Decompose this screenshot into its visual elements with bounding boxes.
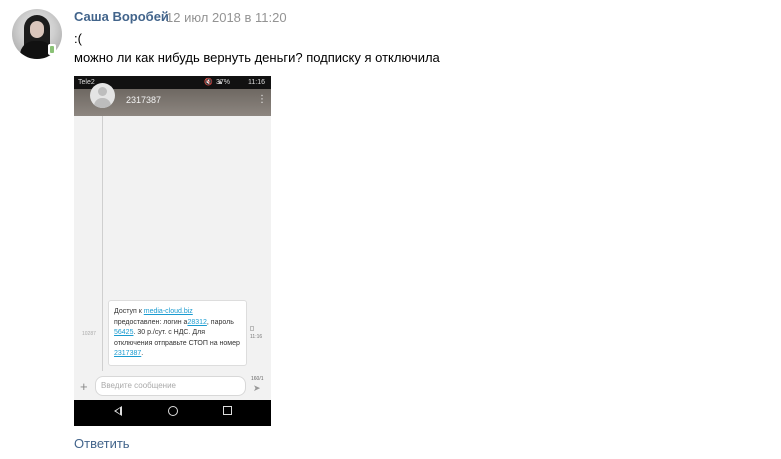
mobile-online-icon: [48, 44, 56, 55]
sms-text: , пароль: [206, 318, 234, 326]
thread-divider: [102, 116, 103, 371]
sms-status-icon: [250, 326, 254, 331]
sms-message: Доступ к media-cloud.biz предоставлен: л…: [108, 300, 247, 366]
attached-photo[interactable]: Tele2 🔇 ▲ 37% 11:16 2317387 ⋮ Доступ к m…: [74, 76, 271, 426]
contact-avatar-icon: [90, 83, 115, 108]
phone-time: 11:16: [248, 79, 265, 86]
battery-label: 37%: [216, 79, 231, 86]
post-text-line-1: :(: [74, 31, 82, 46]
nav-recent-icon: [223, 406, 232, 415]
sms-link-site: media-cloud.biz: [143, 308, 193, 315]
char-counter: 160/1: [251, 376, 264, 382]
nav-home-icon: [168, 406, 178, 416]
nav-back-icon: [114, 406, 122, 416]
sms-time: 11:16: [250, 334, 263, 340]
sms-link-password: 56425: [114, 329, 134, 336]
sms-text: . 30 р./сут. с НДС. Для отключения отпра…: [114, 329, 240, 347]
contact-number: 2317387: [126, 95, 162, 105]
attach-plus-icon: +: [80, 379, 88, 394]
sms-meta-left: 10287: [82, 331, 96, 337]
sms-text: Доступ к: [114, 308, 144, 315]
avatar-face: [30, 21, 44, 38]
sms-link-number: 2317387: [114, 350, 142, 357]
more-menu-icon: ⋮: [257, 94, 267, 105]
sms-input-placeholder: Введите сообщение: [95, 376, 246, 396]
sms-text: .: [141, 350, 144, 357]
android-nav-bar: [74, 400, 271, 426]
send-icon: ➤: [253, 383, 261, 393]
reply-link[interactable]: Ответить: [74, 436, 130, 451]
sms-link-login: 28312: [187, 318, 207, 326]
sms-text: предоставлен: логин а: [114, 318, 188, 326]
post-text-line-2: можно ли как нибудь вернуть деньги? подп…: [74, 50, 440, 65]
post-date[interactable]: 12 июл 2018 в 11:20: [166, 10, 287, 25]
author-name[interactable]: Саша Воробей: [74, 9, 169, 24]
